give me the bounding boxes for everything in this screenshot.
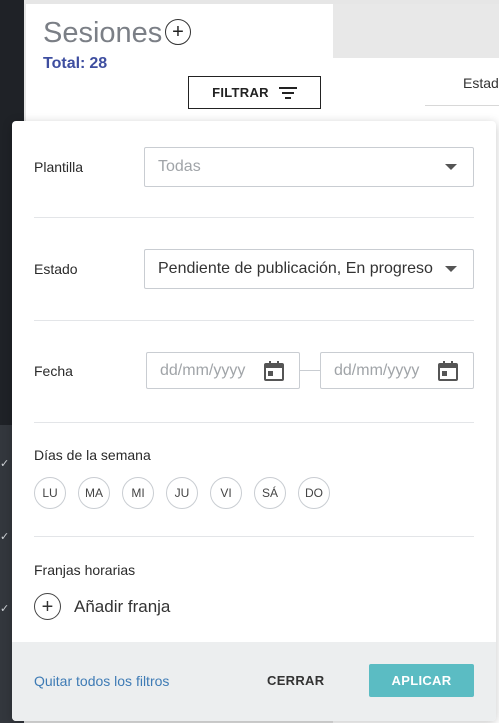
filter-lines-icon [278, 86, 297, 99]
apply-button[interactable]: APLICAR [369, 664, 474, 697]
date-range-separator [300, 370, 320, 371]
table-header-bar [333, 4, 499, 58]
template-select-value: Todas [158, 158, 201, 175]
status-label: Estado [34, 261, 78, 277]
weekday-friday[interactable]: VI [210, 477, 242, 509]
close-button[interactable]: CERRAR [267, 673, 324, 688]
page-title: Sesiones [43, 17, 163, 49]
check-icon: ✓ [0, 531, 10, 543]
add-session-button[interactable]: + [165, 19, 191, 45]
weekday-monday[interactable]: LU [34, 477, 66, 509]
add-time-slot-label: Añadir franja [74, 596, 171, 616]
check-icon: ✓ [0, 458, 10, 470]
divider [34, 536, 474, 537]
time-slots-label: Franjas horarias [34, 562, 136, 578]
date-from-input[interactable]: dd/mm/yyyy [146, 352, 300, 389]
check-icon: ✓ [0, 603, 10, 615]
filter-button[interactable]: FILTRAR [188, 76, 321, 109]
weekday-tuesday[interactable]: MA [78, 477, 110, 509]
weekday-saturday[interactable]: SÁ [254, 477, 286, 509]
plus-icon: + [172, 21, 184, 43]
template-select[interactable]: Todas [144, 147, 474, 187]
weekday-sunday[interactable]: DO [298, 477, 330, 509]
date-from-placeholder: dd/mm/yyyy [160, 361, 246, 379]
template-label: Plantilla [34, 159, 84, 175]
weekday-thursday[interactable]: JU [166, 477, 198, 509]
weekday-selector: LU MA MI JU VI SÁ DO [34, 477, 330, 509]
session-total: Total: 28 [43, 55, 107, 73]
column-header-divider [425, 105, 499, 106]
filter-panel: Plantilla Todas Estado Pendiente de publ… [12, 121, 496, 721]
divider [34, 320, 474, 321]
calendar-icon[interactable] [263, 360, 285, 382]
chevron-down-icon [445, 164, 457, 170]
weekday-wednesday[interactable]: MI [122, 477, 154, 509]
filter-panel-footer: Quitar todos los filtros CERRAR APLICAR [12, 642, 496, 721]
divider [34, 422, 474, 423]
column-header-status[interactable]: Estad [463, 75, 499, 91]
filter-button-label: FILTRAR [212, 85, 269, 100]
calendar-icon[interactable] [437, 360, 459, 382]
clear-all-filters-link[interactable]: Quitar todos los filtros [34, 673, 169, 689]
total-label: Total: [43, 55, 86, 72]
divider [34, 217, 474, 218]
plus-circle-icon: + [34, 593, 61, 620]
add-time-slot-button[interactable]: + Añadir franja [34, 593, 170, 620]
status-select-value: Pendiente de publicación, En progreso [158, 260, 433, 277]
chevron-down-icon [445, 266, 457, 272]
weekdays-label: Días de la semana [34, 447, 151, 463]
date-to-input[interactable]: dd/mm/yyyy [320, 352, 474, 389]
total-value: 28 [89, 55, 108, 72]
status-select[interactable]: Pendiente de publicación, En progreso [144, 249, 474, 289]
date-to-placeholder: dd/mm/yyyy [334, 361, 420, 379]
date-label: Fecha [34, 363, 73, 379]
